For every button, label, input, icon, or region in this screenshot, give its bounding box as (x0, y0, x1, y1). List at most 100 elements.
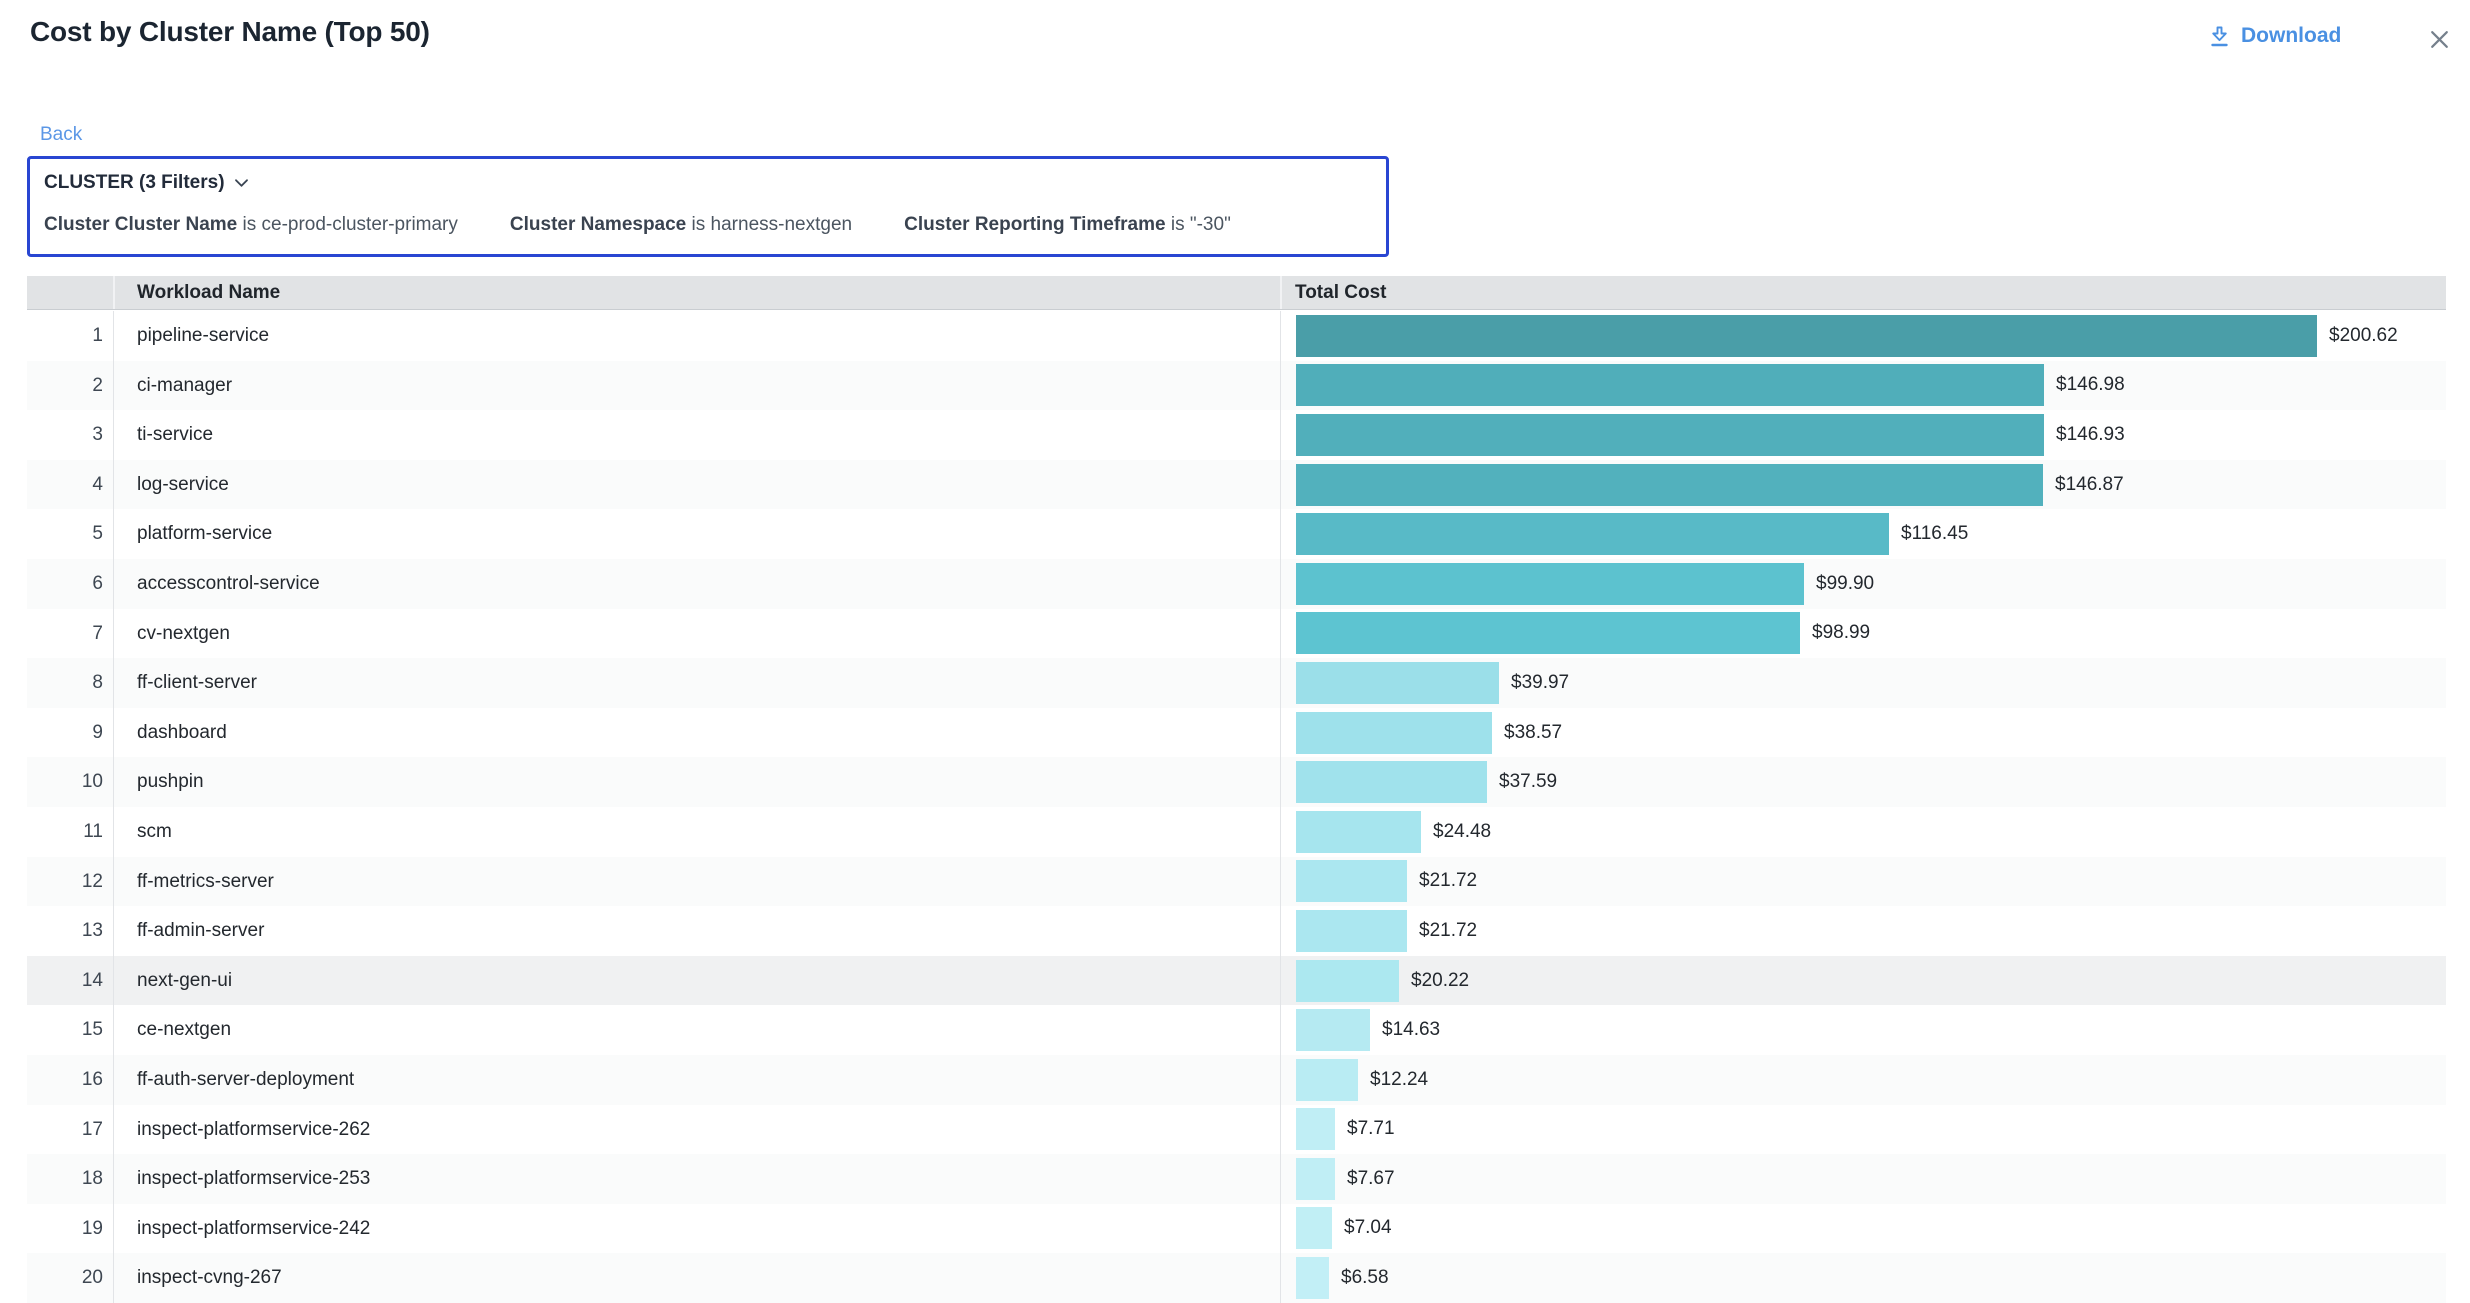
column-divider (113, 708, 114, 758)
column-divider (1280, 708, 1281, 758)
cost-bar[interactable] (1296, 1207, 1332, 1249)
column-divider (113, 857, 114, 907)
column-header-workload-name: Workload Name (137, 276, 280, 310)
table-row[interactable]: 9dashboard$38.57 (27, 708, 2446, 758)
cost-bar-cell: $146.93 (1296, 410, 2446, 460)
column-header-total-cost: Total Cost (1295, 276, 1386, 310)
cost-bar[interactable] (1296, 712, 1492, 754)
column-divider (113, 1154, 114, 1204)
table-row[interactable]: 16ff-auth-server-deployment$12.24 (27, 1055, 2446, 1105)
row-rank: 6 (27, 559, 103, 609)
table-row[interactable]: 12ff-metrics-server$21.72 (27, 857, 2446, 907)
row-rank: 1 (27, 311, 103, 361)
cost-bar-cell: $6.58 (1296, 1253, 2446, 1303)
cost-bar[interactable] (1296, 1257, 1329, 1299)
filter-item[interactable]: Cluster Namespace is harness-nextgen (510, 214, 852, 236)
table-row[interactable]: 1pipeline-service$200.62 (27, 311, 2446, 361)
cost-bar[interactable] (1296, 860, 1407, 902)
cost-bar[interactable] (1296, 414, 2044, 456)
cost-bar[interactable] (1296, 910, 1407, 952)
cost-bar[interactable] (1296, 1108, 1335, 1150)
column-divider (113, 1253, 114, 1303)
row-rank: 11 (27, 807, 103, 857)
column-divider (113, 757, 114, 807)
table-row[interactable]: 8ff-client-server$39.97 (27, 658, 2446, 708)
cost-bar[interactable] (1296, 811, 1421, 853)
column-divider (1280, 609, 1281, 659)
workload-name: pipeline-service (137, 311, 269, 361)
table-row[interactable]: 11scm$24.48 (27, 807, 2446, 857)
workload-name: inspect-platformservice-262 (137, 1105, 370, 1155)
table-row[interactable]: 13ff-admin-server$21.72 (27, 906, 2446, 956)
row-rank: 8 (27, 658, 103, 708)
row-rank: 12 (27, 857, 103, 907)
table-row[interactable]: 17inspect-platformservice-262$7.71 (27, 1105, 2446, 1155)
cost-bar[interactable] (1296, 761, 1487, 803)
cost-value: $116.45 (1901, 523, 1968, 545)
filter-item[interactable]: Cluster Cluster Name is ce-prod-cluster-… (44, 214, 458, 236)
cost-bar[interactable] (1296, 513, 1889, 555)
close-button[interactable] (2424, 24, 2454, 54)
table-row[interactable]: 19 inspect-platformservice-242 $7.04 (27, 1204, 2446, 1254)
table-row[interactable]: 14next-gen-ui$20.22 (27, 956, 2446, 1006)
table-row[interactable]: 20inspect-cvng-267$6.58 (27, 1253, 2446, 1303)
cost-by-cluster-panel: Cost by Cluster Name (Top 50) Download B… (0, 0, 2470, 1302)
cost-bar[interactable] (1296, 315, 2317, 357)
cost-value: $7.67 (1347, 1168, 1395, 1190)
table-row[interactable]: 5platform-service$116.45 (27, 509, 2446, 559)
download-button[interactable]: Download (2208, 24, 2341, 48)
row-rank: 19 (27, 1204, 103, 1254)
cost-bar[interactable] (1296, 1158, 1335, 1200)
workload-name: next-gen-ui (137, 956, 232, 1006)
workload-name: ff-metrics-server (137, 857, 274, 907)
column-divider (113, 1005, 114, 1055)
chevron-down-icon (234, 178, 249, 188)
column-divider (113, 410, 114, 460)
cost-bar[interactable] (1296, 1059, 1358, 1101)
column-divider (1280, 956, 1281, 1006)
cost-value: $7.71 (1347, 1118, 1395, 1140)
cost-value: $146.93 (2056, 424, 2125, 446)
cost-bar-cell: $7.71 (1296, 1105, 2446, 1155)
workload-name: ci-manager (137, 361, 232, 411)
table-row[interactable]: 10pushpin$37.59 (27, 757, 2446, 807)
table-row[interactable]: 4log-service$146.87 (27, 460, 2446, 510)
filter-group-toggle[interactable]: CLUSTER (3 Filters) (44, 172, 249, 194)
cost-bar-cell: $146.98 (1296, 361, 2446, 411)
cost-value: $146.98 (2056, 374, 2125, 396)
table-row[interactable]: 3ti-service$146.93 (27, 410, 2446, 460)
cost-bar[interactable] (1296, 1009, 1370, 1051)
workload-name: scm (137, 807, 172, 857)
applied-filters: Cluster Cluster Name is ce-prod-cluster-… (44, 214, 1372, 236)
workload-name: inspect-cvng-267 (137, 1253, 282, 1303)
cost-bar[interactable] (1296, 563, 1804, 605)
cost-bar[interactable] (1296, 662, 1499, 704)
column-divider (113, 956, 114, 1006)
cost-bar[interactable] (1296, 612, 1800, 654)
table-row[interactable]: 6accesscontrol-service$99.90 (27, 559, 2446, 609)
cost-bar[interactable] (1296, 364, 2044, 406)
workload-name: pushpin (137, 757, 204, 807)
workload-name: inspect-platformservice-242 (137, 1204, 370, 1254)
cost-bar-cell: $20.22 (1296, 956, 2446, 1006)
back-link[interactable]: Back (40, 124, 82, 146)
column-divider (1280, 757, 1281, 807)
workload-name: dashboard (137, 708, 227, 758)
table-row[interactable]: 7cv-nextgen$98.99 (27, 609, 2446, 659)
cost-bar-cell: $116.45 (1296, 509, 2446, 559)
cost-value: $146.87 (2055, 474, 2124, 496)
filter-item[interactable]: Cluster Reporting Timeframe is "-30" (904, 214, 1231, 236)
table-row[interactable]: 15ce-nextgen$14.63 (27, 1005, 2446, 1055)
cost-value: $7.04 (1344, 1217, 1392, 1239)
cost-bar-cell: $14.63 (1296, 1005, 2446, 1055)
filter-field-label: Cluster Cluster Name (44, 214, 237, 235)
table-row[interactable]: 18inspect-platformservice-253$7.67 (27, 1154, 2446, 1204)
column-divider (1280, 1005, 1281, 1055)
workload-name: ff-admin-server (137, 906, 264, 956)
table-header: Workload Name Total Cost (27, 276, 2446, 310)
column-divider (113, 807, 114, 857)
table-row[interactable]: 2ci-manager$146.98 (27, 361, 2446, 411)
cost-bar[interactable] (1296, 960, 1399, 1002)
workload-name: ff-auth-server-deployment (137, 1055, 354, 1105)
cost-bar[interactable] (1296, 464, 2043, 506)
